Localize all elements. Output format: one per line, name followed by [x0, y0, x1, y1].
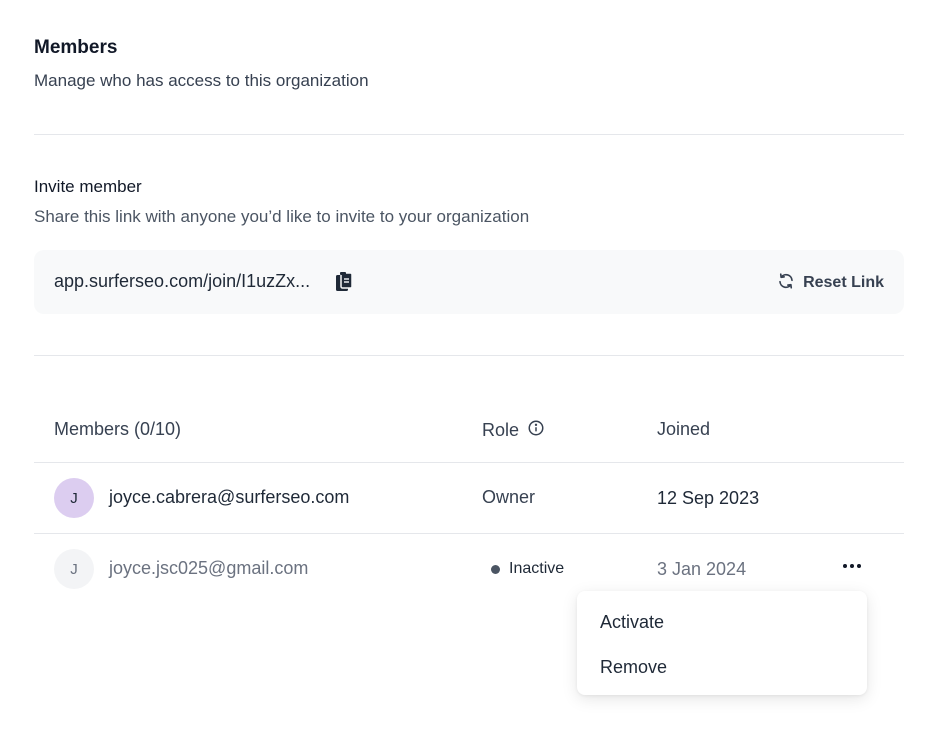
member-joined-date: 3 Jan 2024 [657, 559, 747, 579]
member-email: joyce.cabrera@surferseo.com [109, 487, 350, 507]
avatar: J [54, 478, 94, 518]
refresh-icon [777, 272, 795, 295]
clipboard-copy-icon[interactable] [332, 270, 356, 294]
invite-subtitle: Share this link with anyone you’d like t… [34, 207, 530, 226]
more-options-button[interactable] [838, 553, 866, 579]
invite-link-box: app.surferseo.com/join/I1uzZx... Reset L… [34, 250, 904, 314]
member-joined-date: 12 Sep 2023 [657, 488, 760, 508]
status-label: Inactive [509, 560, 565, 577]
divider [34, 355, 904, 356]
menu-item-remove[interactable]: Remove [600, 657, 667, 678]
members-subtitle: Manage who has access to this organizati… [34, 71, 369, 90]
menu-item-activate[interactable]: Activate [600, 612, 664, 633]
more-dots-icon [857, 564, 861, 568]
divider [34, 134, 904, 135]
members-title: Members [34, 37, 118, 58]
status-dot [491, 564, 500, 574]
column-header-members: Members (0/10) [54, 419, 182, 439]
invite-link-text[interactable]: app.surferseo.com/join/I1uzZx... [54, 271, 310, 292]
more-dots-icon [850, 564, 854, 568]
column-header-role: Role [482, 419, 545, 442]
reset-link-button[interactable]: Reset Link [777, 270, 884, 296]
column-header-joined: Joined [657, 419, 711, 439]
member-role: Owner [482, 487, 536, 507]
more-dots-icon [843, 564, 847, 568]
avatar: J [54, 549, 94, 589]
role-header-label: Role [482, 420, 520, 440]
status-badge: Inactive [491, 560, 564, 578]
row-actions-menu: Activate Remove [577, 591, 867, 695]
member-email: joyce.jsc025@gmail.com [109, 558, 309, 578]
divider [34, 462, 904, 463]
reset-link-label: Reset Link [803, 274, 884, 291]
invite-title: Invite member [34, 177, 142, 196]
members-settings-page: Members Manage who has access to this or… [0, 0, 937, 730]
divider [34, 533, 904, 534]
info-icon[interactable] [527, 419, 545, 442]
